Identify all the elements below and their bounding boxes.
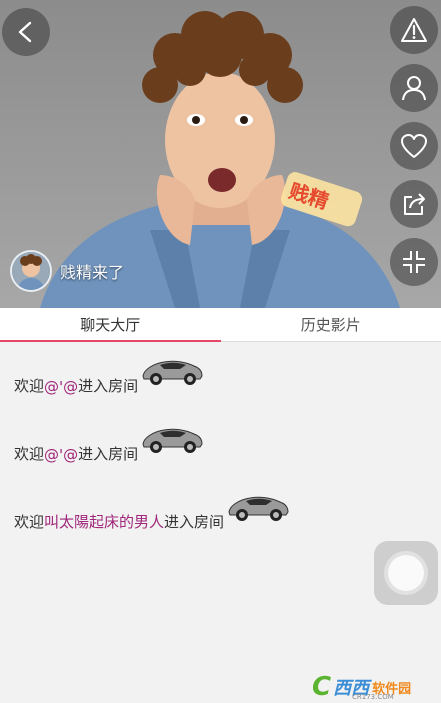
- watermark-sub: CR173.COM: [352, 693, 394, 701]
- chat-message: 欢迎 @'@ 进入房间: [14, 422, 204, 468]
- message-suffix: 进入房间: [78, 377, 139, 395]
- report-button[interactable]: [390, 6, 438, 54]
- message-prefix: 欢迎: [14, 377, 45, 395]
- assistive-touch-button[interactable]: [374, 541, 438, 605]
- car-icon: [142, 428, 203, 453]
- share-button[interactable]: [390, 180, 438, 228]
- car-icon: [228, 496, 289, 521]
- car-icon: [142, 360, 203, 385]
- message-username[interactable]: @'@: [44, 378, 78, 400]
- assistive-touch-dot: [388, 555, 424, 591]
- host-avatar[interactable]: [10, 250, 52, 292]
- share-icon: [404, 193, 425, 215]
- chat-message: 欢迎 @'@ 进入房间: [14, 354, 204, 400]
- video-player[interactable]: 贱精 贱精来了: [0, 0, 441, 308]
- chat-message: 欢迎 叫太陽起床的男人 进入房间: [14, 490, 290, 536]
- tab-history-videos[interactable]: 历史影片: [221, 308, 441, 341]
- profile-button[interactable]: [390, 64, 438, 112]
- message-suffix: 进入房间: [164, 513, 225, 531]
- back-button[interactable]: [2, 8, 50, 56]
- watermark-logo: C 西西 软件园 CR173.COM: [312, 672, 411, 702]
- message-username[interactable]: 叫太陽起床的男人: [44, 511, 164, 536]
- heart-icon: [401, 134, 427, 158]
- warning-icon: [401, 18, 427, 42]
- watermark-part1: C: [312, 672, 332, 702]
- tab-chat-hall-label: 聊天大厅: [80, 316, 141, 334]
- like-button[interactable]: [390, 122, 438, 170]
- exit-fullscreen-button[interactable]: [390, 238, 438, 286]
- host-name: 贱精来了: [60, 263, 125, 282]
- collapse-icon: [403, 251, 425, 273]
- message-prefix: 欢迎: [14, 513, 45, 531]
- tab-chat-hall[interactable]: 聊天大厅: [0, 308, 221, 342]
- message-suffix: 进入房间: [78, 445, 139, 463]
- chat-list: 欢迎 @'@ 进入房间 欢迎 @'@ 进入房间 欢迎 叫太陽起床的男人 进入房间: [0, 342, 441, 703]
- message-username[interactable]: @'@: [44, 446, 78, 468]
- host-info[interactable]: 贱精来了: [10, 250, 124, 292]
- person-icon: [402, 76, 426, 101]
- tab-history-videos-label: 历史影片: [300, 316, 361, 334]
- tab-bar: 聊天大厅 历史影片: [0, 308, 441, 342]
- message-prefix: 欢迎: [14, 445, 45, 463]
- back-arrow-icon: [18, 21, 32, 43]
